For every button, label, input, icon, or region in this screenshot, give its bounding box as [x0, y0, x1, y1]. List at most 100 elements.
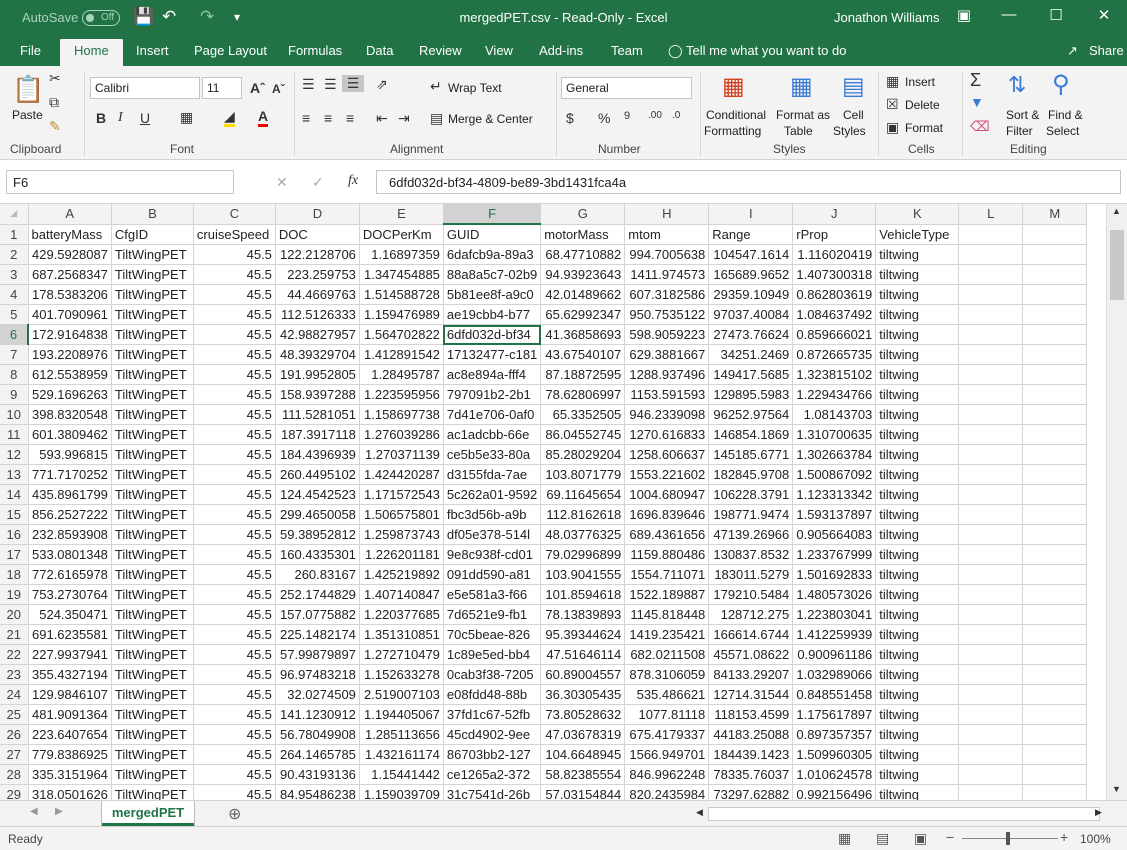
- cell[interactable]: 1.152633278: [359, 664, 444, 685]
- cell[interactable]: tiltwing: [875, 684, 960, 705]
- cell[interactable]: 1.158697738: [359, 404, 444, 425]
- column-title-cell[interactable]: GUID: [443, 224, 542, 245]
- cell[interactable]: 45.5: [193, 724, 276, 745]
- cell[interactable]: 183011.5279: [708, 564, 794, 585]
- scroll-sheets-left-icon[interactable]: ◀: [30, 806, 38, 817]
- cell[interactable]: 44183.25088: [708, 724, 794, 745]
- cell[interactable]: 87.18872595: [540, 364, 626, 385]
- cell[interactable]: 1.010624578: [792, 764, 877, 785]
- cell[interactable]: TiltWingPET: [111, 604, 194, 625]
- cell[interactable]: ac1adcbb-66e: [443, 424, 542, 445]
- cell[interactable]: 178.5383206: [28, 284, 112, 305]
- row-header[interactable]: 15: [0, 504, 29, 525]
- cell[interactable]: [1022, 344, 1088, 365]
- cell-styles-icon[interactable]: ▤: [842, 72, 865, 101]
- cell[interactable]: [1022, 604, 1088, 625]
- cell[interactable]: tiltwing: [875, 544, 960, 565]
- cell[interactable]: 59.38952812: [275, 524, 360, 545]
- cell[interactable]: 318.0501626: [28, 784, 112, 800]
- cell[interactable]: [958, 444, 1024, 465]
- cell[interactable]: 946.2339098: [624, 404, 710, 425]
- column-header-m[interactable]: M: [1022, 204, 1088, 225]
- fill-color-icon[interactable]: ◢: [224, 108, 235, 127]
- delete-cells-button[interactable]: Delete: [905, 98, 940, 112]
- cell[interactable]: [958, 264, 1024, 285]
- row-header[interactable]: 14: [0, 484, 29, 505]
- cell[interactable]: 29359.10949: [708, 284, 794, 305]
- cell[interactable]: 398.8320548: [28, 404, 112, 425]
- cell[interactable]: [1022, 444, 1088, 465]
- cell[interactable]: [1022, 324, 1088, 345]
- cell[interactable]: TiltWingPET: [111, 764, 194, 785]
- formula-input[interactable]: 6dfd032d-bf34-4809-be89-3bd1431fca4a: [376, 170, 1121, 194]
- cell[interactable]: 101.8594618: [540, 584, 626, 605]
- cell[interactable]: 56.78049908: [275, 724, 360, 745]
- zoom-in-icon[interactable]: +: [1060, 829, 1068, 845]
- cell[interactable]: 88a8a5c7-02b9: [443, 264, 542, 285]
- cell[interactable]: 31c7541d-26b: [443, 784, 542, 800]
- cell[interactable]: 1.116020419: [792, 244, 877, 265]
- cell[interactable]: 45.5: [193, 624, 276, 645]
- cell[interactable]: 1.226201181: [359, 544, 444, 565]
- cell[interactable]: 779.8386925: [28, 744, 112, 765]
- cell[interactable]: tiltwing: [875, 304, 960, 325]
- cell[interactable]: 1270.616833: [624, 424, 710, 445]
- cell[interactable]: 0.897357357: [792, 724, 877, 745]
- cell[interactable]: 856.2527222: [28, 504, 112, 525]
- conditional-formatting-line2[interactable]: Formatting: [704, 124, 761, 138]
- scroll-down-icon[interactable]: ▼: [1112, 784, 1121, 794]
- format-painter-icon[interactable]: ✎: [49, 118, 61, 135]
- cell[interactable]: 1.276039286: [359, 424, 444, 445]
- cell[interactable]: 184.4396939: [275, 444, 360, 465]
- cell[interactable]: 37fd1c67-52fb: [443, 704, 542, 725]
- row-header[interactable]: 12: [0, 444, 29, 465]
- cell[interactable]: [1022, 564, 1088, 585]
- cell[interactable]: tiltwing: [875, 344, 960, 365]
- cell[interactable]: 12714.31544: [708, 684, 794, 705]
- column-header-e[interactable]: E: [359, 204, 444, 225]
- column-title-cell[interactable]: batteryMass: [28, 224, 112, 245]
- cell[interactable]: 45cd4902-9ee: [443, 724, 542, 745]
- percent-icon[interactable]: %: [598, 110, 610, 126]
- cell[interactable]: 1288.937496: [624, 364, 710, 385]
- share-button[interactable]: Share: [1089, 43, 1124, 58]
- cell[interactable]: 1.351310851: [359, 624, 444, 645]
- cell[interactable]: 1.593137897: [792, 504, 877, 525]
- cell[interactable]: [1022, 684, 1088, 705]
- row-header[interactable]: 23: [0, 664, 29, 685]
- align-left-icon[interactable]: ≡: [302, 110, 310, 126]
- cell[interactable]: [958, 344, 1024, 365]
- cell[interactable]: 45571.08622: [708, 644, 794, 665]
- column-title-cell[interactable]: mtom: [624, 224, 710, 245]
- cell[interactable]: 58.82385554: [540, 764, 626, 785]
- align-top-icon[interactable]: ☰: [302, 76, 315, 93]
- cell[interactable]: 771.7170252: [28, 464, 112, 485]
- conditional-formatting-line1[interactable]: Conditional: [706, 108, 766, 122]
- cell[interactable]: 85.28029204: [540, 444, 626, 465]
- cell[interactable]: 146854.1869: [708, 424, 794, 445]
- cell[interactable]: [958, 504, 1024, 525]
- cell[interactable]: 5c262a01-9592: [443, 484, 542, 505]
- cell[interactable]: 797091b2-2b1: [443, 384, 542, 405]
- row-header[interactable]: 11: [0, 424, 29, 445]
- worksheet-grid[interactable]: ◢ A B C D E F G H I J K L M 1 batteryMass CfgID cruiseSpe…: [0, 204, 1127, 800]
- scroll-left-icon[interactable]: ◀: [696, 807, 703, 818]
- comma-style-icon[interactable]: 9: [624, 110, 630, 122]
- cell[interactable]: 252.1744829: [275, 584, 360, 605]
- column-title-cell[interactable]: DOC: [275, 224, 360, 245]
- cell[interactable]: 45.5: [193, 704, 276, 725]
- cell[interactable]: tiltwing: [875, 464, 960, 485]
- cell[interactable]: 45.5: [193, 364, 276, 385]
- cell[interactable]: 429.5928087: [28, 244, 112, 265]
- cell[interactable]: 104547.1614: [708, 244, 794, 265]
- scroll-up-icon[interactable]: ▲: [1112, 206, 1121, 216]
- cell[interactable]: tiltwing: [875, 604, 960, 625]
- cell[interactable]: [958, 744, 1024, 765]
- cell[interactable]: 97037.40084: [708, 304, 794, 325]
- cell[interactable]: 193.2208976: [28, 344, 112, 365]
- cell[interactable]: [1022, 484, 1088, 505]
- cell[interactable]: tiltwing: [875, 364, 960, 385]
- tab-team[interactable]: Team: [611, 43, 643, 58]
- cell[interactable]: 1.220377685: [359, 604, 444, 625]
- cell[interactable]: [958, 524, 1024, 545]
